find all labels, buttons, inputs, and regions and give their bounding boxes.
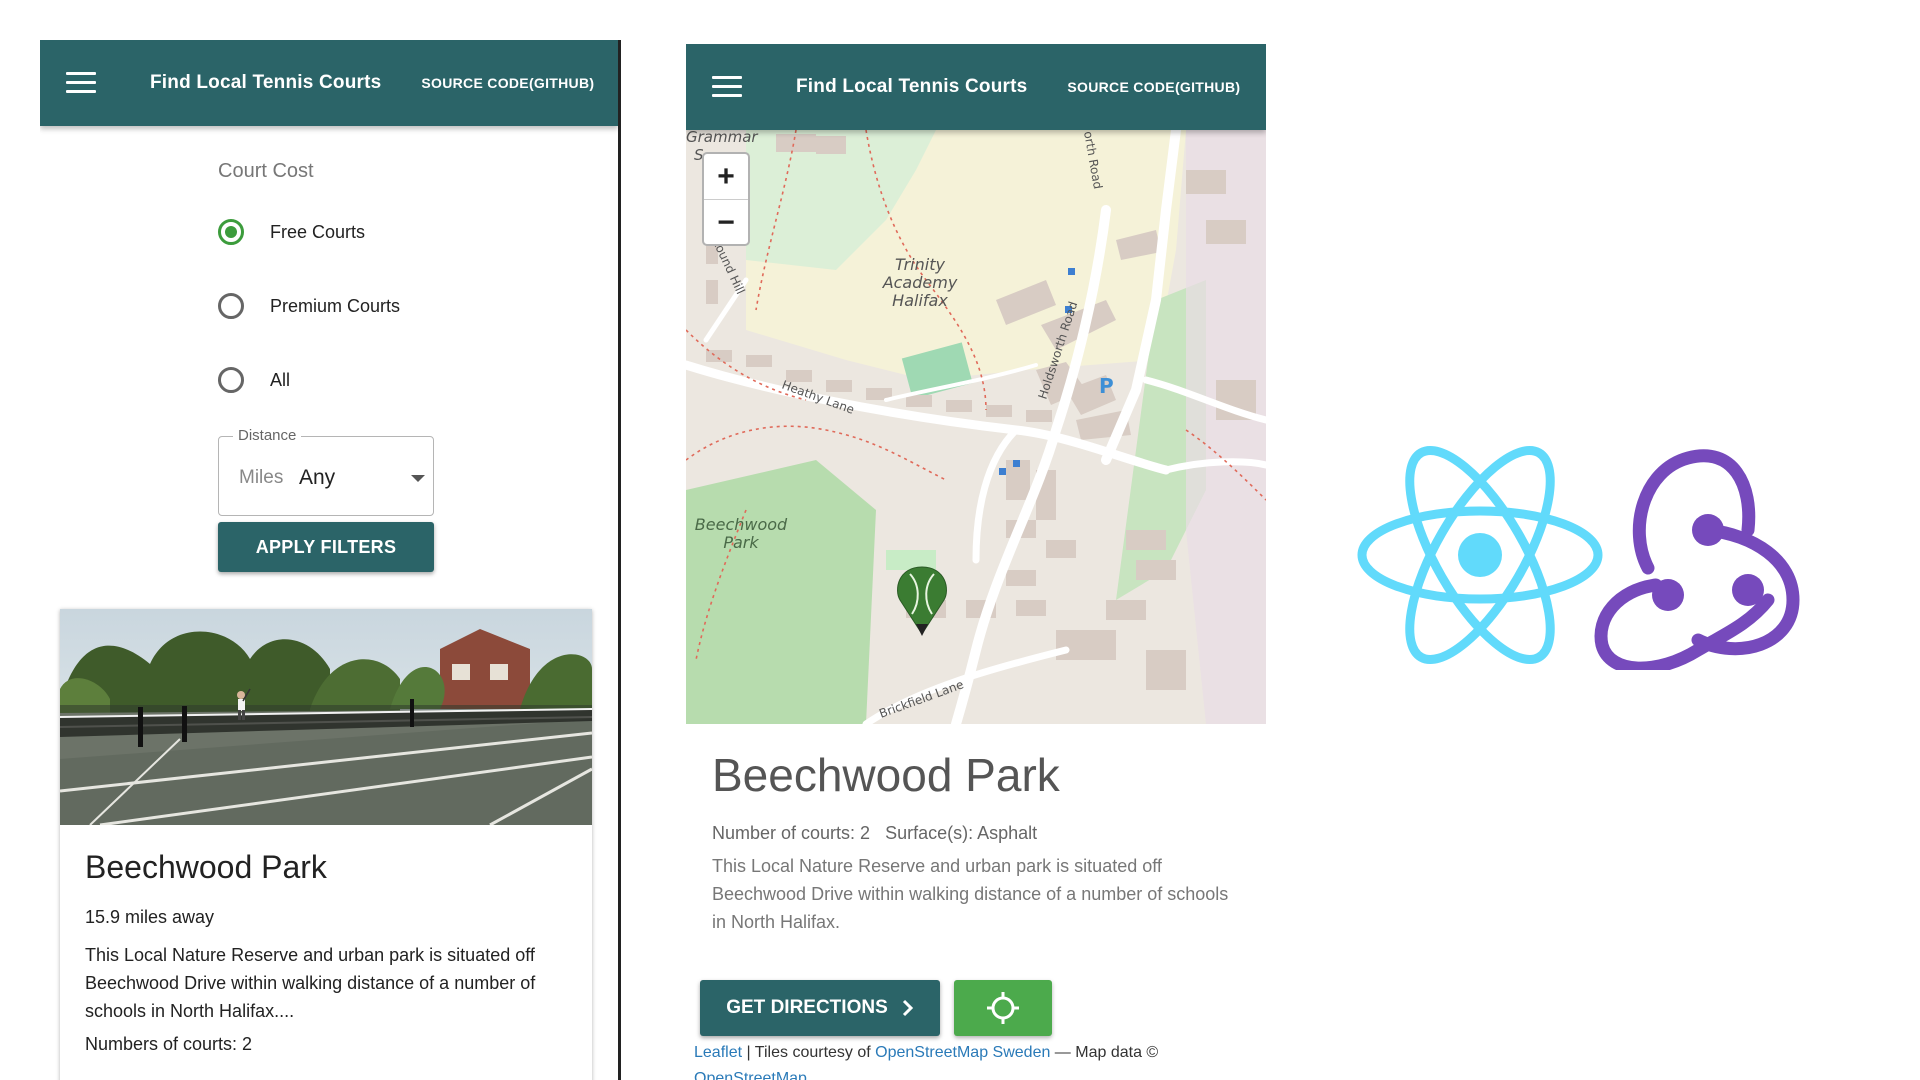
osm-sweden-link[interactable]: OpenStreetMap Sweden xyxy=(875,1044,1050,1061)
detail-description: This Local Nature Reserve and urban park… xyxy=(712,856,1229,932)
radio-label-premium: Premium Courts xyxy=(270,295,401,316)
react-logo-icon xyxy=(1357,445,1603,665)
chevron-right-icon xyxy=(902,999,913,1017)
card-distance: 15.9 miles away xyxy=(85,907,215,927)
court-card[interactable]: Beechwood Park 15.9 miles away This Loca… xyxy=(60,609,592,1080)
zoom-control: + − xyxy=(702,152,750,246)
radio-label-free: Free Courts xyxy=(270,221,366,242)
court-cost-label: Court Cost xyxy=(218,160,314,182)
app-bar: Find Local Tennis Courts SOURCE CODE(GIT… xyxy=(40,40,618,126)
app-title: Find Local Tennis Courts xyxy=(150,72,382,93)
zoom-out-button[interactable]: − xyxy=(704,199,748,244)
radio-checked-icon[interactable] xyxy=(218,219,244,245)
apply-filters-button[interactable]: APPLY FILTERS xyxy=(218,522,434,572)
radio-label-all: All xyxy=(270,369,291,390)
court-detail-panel: Beechwood Park Number of courts: 2 Surfa… xyxy=(686,724,1266,1080)
map-label-beechwood-1: Beechwood xyxy=(695,515,788,534)
menu-icon[interactable] xyxy=(66,72,96,94)
get-directions-label: GET DIRECTIONS xyxy=(726,997,888,1018)
attribution-text-1: | Tiles courtesy of xyxy=(742,1044,876,1061)
source-code-link[interactable]: SOURCE CODE(GITHUB) xyxy=(421,75,594,91)
card-title: Beechwood Park xyxy=(85,849,327,885)
osm-link[interactable]: OpenStreetMap xyxy=(694,1070,807,1080)
map-attribution: Leaflet | Tiles courtesy of OpenStreetMa… xyxy=(694,1040,1214,1080)
zoom-in-button[interactable]: + xyxy=(704,154,748,199)
radio-all[interactable]: All xyxy=(218,343,518,417)
court-cost-filter: Court Cost Free Courts Premium Courts Al… xyxy=(218,160,518,417)
app-title: Find Local Tennis Courts xyxy=(796,76,1028,97)
tennis-court-photo xyxy=(60,609,592,825)
filters-screen: Find Local Tennis Courts SOURCE CODE(GIT… xyxy=(40,40,621,1080)
map-label-trinity-2: Academy xyxy=(882,273,958,292)
distance-legend: Distance xyxy=(233,427,302,444)
map-label-beechwood-2: Park xyxy=(723,533,759,552)
map-screen: Find Local Tennis Courts SOURCE CODE(GIT… xyxy=(686,44,1266,1080)
redux-logo-icon xyxy=(1594,449,1800,670)
map-label-trinity-1: Trinity xyxy=(895,255,945,274)
detail-meta: Number of courts: 2 Surface(s): Asphalt xyxy=(712,823,1038,843)
radio-unchecked-icon[interactable] xyxy=(218,293,244,319)
attribution-text-2: — Map data © xyxy=(1050,1044,1159,1061)
crosshair-icon xyxy=(987,992,1019,1024)
card-description: This Local Nature Reserve and urban park… xyxy=(85,945,536,1021)
leaflet-link[interactable]: Leaflet xyxy=(694,1044,742,1061)
miles-prefix: Miles xyxy=(239,467,284,488)
menu-icon[interactable] xyxy=(712,76,742,98)
radio-free-courts[interactable]: Free Courts xyxy=(218,195,518,269)
get-directions-button[interactable]: GET DIRECTIONS xyxy=(700,980,940,1036)
distance-select[interactable]: Distance Miles Any xyxy=(218,427,434,516)
distance-value: Any xyxy=(299,466,336,489)
map-view[interactable]: Grammar S Trinity Academy Halifax Beechw… xyxy=(686,130,1266,724)
detail-title: Beechwood Park xyxy=(712,749,1060,801)
parking-icon: P xyxy=(1099,374,1114,398)
caret-down-icon[interactable] xyxy=(411,475,425,482)
radio-unchecked-icon[interactable] xyxy=(218,367,244,393)
radio-premium-courts[interactable]: Premium Courts xyxy=(218,269,518,343)
map-label-grammar: Grammar xyxy=(686,130,758,146)
app-bar: Find Local Tennis Courts SOURCE CODE(GIT… xyxy=(686,44,1266,130)
card-courts-count: Numbers of courts: 2 xyxy=(85,1034,253,1054)
map-label-trinity-3: Halifax xyxy=(892,291,948,310)
my-location-button[interactable] xyxy=(954,980,1052,1036)
source-code-link[interactable]: SOURCE CODE(GITHUB) xyxy=(1067,79,1240,95)
